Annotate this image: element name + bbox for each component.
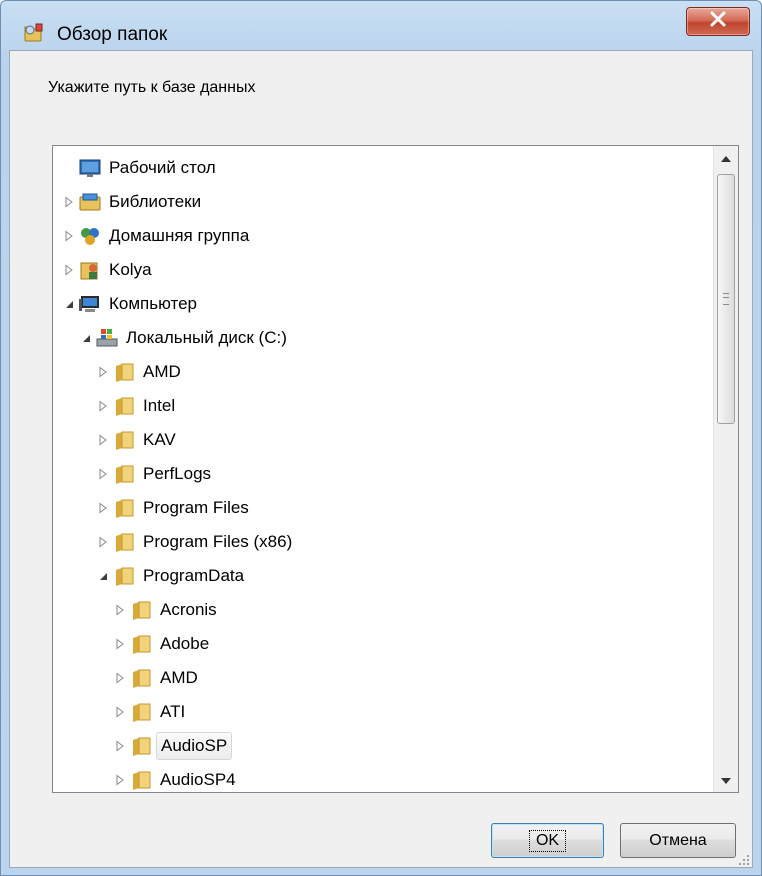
collapsed-arrow-icon[interactable] (97, 536, 109, 548)
window-title: Обзор папок (57, 24, 168, 45)
tree-item[interactable]: AMD (97, 357, 185, 387)
dialog-client-area: Укажите путь к базе данных Рабочий стол Б… (9, 50, 753, 868)
collapsed-arrow-icon[interactable] (97, 502, 109, 514)
ok-button-label: OK (528, 829, 567, 852)
tree-rows: Рабочий стол Библиотеки Домашняя группа Kol… (53, 146, 713, 792)
folder-icon (130, 633, 152, 655)
tree-item-label: Рабочий стол (109, 158, 216, 177)
tree-item-label: AMD (143, 362, 181, 381)
tree-item[interactable]: PerfLogs (97, 459, 215, 489)
tree-item[interactable]: AMD (114, 663, 202, 693)
collapsed-arrow-icon[interactable] (114, 706, 126, 718)
folder-tree[interactable]: Рабочий стол Библиотеки Домашняя группа Kol… (52, 145, 739, 793)
collapsed-arrow-icon[interactable] (97, 366, 109, 378)
prompt-text: Укажите путь к базе данных (48, 79, 256, 96)
tree-item[interactable]: Компьютер (63, 289, 201, 319)
scroll-thumb[interactable] (717, 174, 735, 424)
close-button[interactable] (686, 7, 750, 36)
tree-item-label: AMD (160, 668, 198, 687)
folder-icon (113, 429, 135, 451)
drive-icon (96, 327, 118, 349)
collapsed-arrow-icon[interactable] (97, 434, 109, 446)
tree-item-label: AudioSP (156, 732, 233, 760)
collapsed-arrow-icon[interactable] (114, 740, 126, 752)
folder-icon (113, 361, 135, 383)
tree-item[interactable]: Program Files (97, 493, 253, 523)
tree-item-label: Acronis (160, 600, 217, 619)
collapsed-arrow-icon[interactable] (97, 400, 109, 412)
title-bar[interactable]: Обзор папок (1, 1, 761, 45)
folder-browse-icon (22, 23, 44, 45)
no-expander (63, 162, 75, 174)
collapsed-arrow-icon[interactable] (63, 264, 75, 276)
collapsed-arrow-icon[interactable] (114, 774, 126, 786)
user-folder-icon (79, 259, 101, 281)
tree-item-label: PerfLogs (143, 464, 212, 483)
collapsed-arrow-icon[interactable] (114, 638, 126, 650)
collapsed-arrow-icon[interactable] (114, 672, 126, 684)
tree-item[interactable]: Домашняя группа (63, 221, 253, 251)
tree-item-label: Kolya (109, 260, 152, 279)
tree-item-label: KAV (143, 430, 176, 449)
folder-icon (130, 769, 152, 791)
expanded-arrow-icon[interactable] (80, 332, 92, 344)
arrow-up-icon (721, 149, 731, 167)
tree-item[interactable]: ProgramData (97, 561, 248, 591)
tree-item[interactable]: AudioSP (114, 731, 233, 761)
tree-item[interactable]: Intel (97, 391, 179, 421)
folder-icon (130, 667, 152, 689)
expanded-arrow-icon[interactable] (97, 570, 109, 582)
tree-item-label: Библиотеки (109, 192, 202, 211)
tree-item-label: Intel (143, 396, 176, 415)
grip-icon (723, 293, 729, 305)
tree-item-label: AudioSP4 (160, 770, 236, 789)
tree-item-label: Домашняя группа (109, 226, 250, 245)
arrow-down-icon (721, 771, 731, 789)
folder-icon (113, 395, 135, 417)
folder-icon (113, 531, 135, 553)
collapsed-arrow-icon[interactable] (63, 230, 75, 242)
tree-item-label: Program Files (143, 498, 249, 517)
tree-item[interactable]: KAV (97, 425, 180, 455)
tree-item[interactable]: Библиотеки (63, 187, 205, 217)
vertical-scrollbar[interactable] (713, 146, 738, 792)
tree-item-label: Компьютер (109, 294, 197, 313)
tree-item-label: Локальный диск (C:) (126, 328, 287, 347)
tree-item[interactable]: Локальный диск (C:) (80, 323, 291, 353)
collapsed-arrow-icon[interactable] (97, 468, 109, 480)
tree-item[interactable]: ATI (114, 697, 189, 727)
folder-icon (130, 701, 152, 723)
tree-item[interactable]: Program Files (x86) (97, 527, 296, 557)
folder-icon (113, 565, 135, 587)
collapsed-arrow-icon[interactable] (114, 604, 126, 616)
tree-item-label: ATI (160, 702, 186, 721)
cancel-button-label: Отмена (649, 831, 707, 849)
libraries-icon (79, 191, 101, 213)
tree-item[interactable]: Рабочий стол (63, 153, 220, 183)
tree-item-label: Adobe (160, 634, 210, 653)
folder-icon (130, 599, 152, 621)
scroll-down-button[interactable] (714, 768, 738, 792)
folder-icon (113, 497, 135, 519)
desktop-icon (79, 157, 101, 179)
tree-item[interactable]: Adobe (114, 629, 213, 659)
computer-icon (79, 293, 101, 315)
tree-item[interactable]: AudioSP4 (114, 765, 240, 792)
scroll-up-button[interactable] (714, 146, 738, 170)
tree-item-label: Program Files (x86) (143, 532, 293, 551)
folder-icon (130, 735, 152, 757)
tree-item-label: ProgramData (143, 566, 245, 585)
ok-button[interactable]: OK (491, 823, 604, 858)
tree-item[interactable]: Kolya (63, 255, 156, 285)
close-x-icon (709, 11, 727, 32)
collapsed-arrow-icon[interactable] (63, 196, 75, 208)
tree-item[interactable]: Acronis (114, 595, 221, 625)
resize-grip-icon[interactable] (738, 853, 750, 865)
homegroup-icon (79, 225, 101, 247)
expanded-arrow-icon[interactable] (63, 298, 75, 310)
dialog-window: Обзор папок Укажите путь к базе данных Р… (0, 0, 762, 876)
cancel-button[interactable]: Отмена (620, 823, 736, 858)
folder-icon (113, 463, 135, 485)
